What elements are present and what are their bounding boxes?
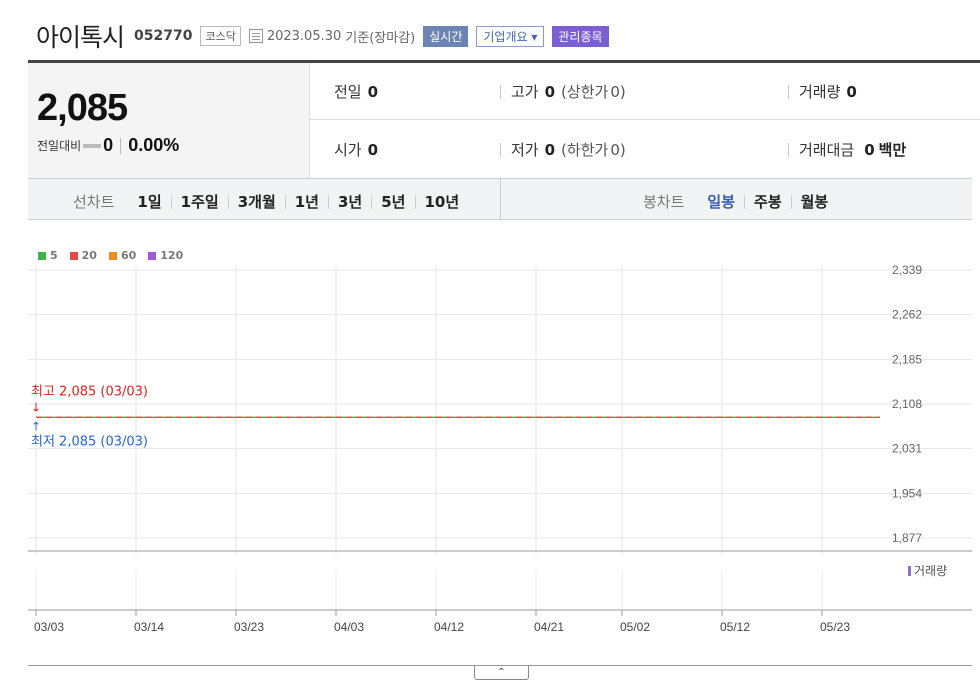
y-tick-label: 1,954 xyxy=(892,486,922,500)
tab-10y[interactable]: 10년 xyxy=(414,194,469,209)
amount-value: 0 xyxy=(864,140,875,159)
corp-overview-button[interactable]: 기업개요 ▾ xyxy=(476,25,545,47)
volume-legend-label: 거래량 xyxy=(914,564,948,578)
tab-weekly[interactable]: 주봉 xyxy=(744,194,791,209)
divider xyxy=(120,137,122,154)
low-limit-value: 0) xyxy=(610,140,626,159)
managed-stock-button[interactable]: 관리종목 xyxy=(552,25,609,47)
y-tick-label: 2,262 xyxy=(892,308,922,322)
x-tick-label: 05/02 xyxy=(620,620,650,634)
current-price: 2,085 xyxy=(37,87,128,129)
prev-close: 전일 0 xyxy=(334,81,378,102)
y-tick-label: 2,108 xyxy=(892,397,922,411)
low-limit-label: (하한가 xyxy=(561,141,609,159)
high-annotation: 최고 2,085 (03/03) xyxy=(31,384,148,399)
volume-legend: 거래량 xyxy=(908,562,947,579)
date-info: 2023.05.30 기준(장마감) xyxy=(248,27,416,46)
tab-divider xyxy=(500,179,501,219)
x-tick-label: 04/21 xyxy=(534,620,564,634)
quote-panel: 2,085 전일대비 0 0.00% 전일 0 고가 0 (상한가 0) 거래량… xyxy=(28,60,980,178)
title-row: 아이톡시 052770 코스닥 2023.05.30 기준(장마감) 실시간 기… xyxy=(36,18,609,54)
line-chart-header: 선차트 xyxy=(73,193,115,211)
amount-label: 거래대금 xyxy=(799,141,855,159)
volume-swatch xyxy=(908,565,911,576)
quote-row-2: 시가 0 저가 0 (하한가 0) 거래대금 0 백만 xyxy=(310,121,980,178)
price-chart[interactable]: 2,339 2,262 2,185 2,108 2,031 1,954 1,877 03/03… xyxy=(0,225,980,665)
open-value: 0 xyxy=(367,140,379,159)
line-chart-tabs: 선차트 1일 1주일 3개월 1년 3년 5년 10년 xyxy=(73,191,468,212)
high-value: 0 xyxy=(544,82,556,101)
realtime-button[interactable]: 실시간 xyxy=(423,25,469,47)
tab-monthly[interactable]: 월봉 xyxy=(790,194,838,209)
diff-value: 0 xyxy=(103,135,114,155)
y-tick-label: 2,031 xyxy=(892,442,922,456)
date-value: 2023.05.30 xyxy=(266,28,342,44)
x-tick-label: 03/03 xyxy=(34,620,64,634)
x-tick-label: 04/03 xyxy=(334,620,364,634)
tab-1y[interactable]: 1년 xyxy=(284,194,328,209)
tab-1d[interactable]: 1일 xyxy=(128,194,170,209)
prev-value: 0 xyxy=(367,82,379,101)
market-tag: 코스닥 xyxy=(200,26,241,46)
low-annotation: 최저 2,085 (03/03) xyxy=(31,434,148,449)
divider xyxy=(500,142,501,157)
tab-5y[interactable]: 5년 xyxy=(371,194,414,209)
quote-row-1: 전일 0 고가 0 (상한가 0) 거래량 0 xyxy=(310,63,980,120)
high-price: 고가 0 (상한가 0) xyxy=(500,81,626,102)
chevron-down-icon: ▾ xyxy=(531,29,538,44)
diff-label: 전일대비 xyxy=(37,139,82,153)
down-arrow-icon: ↓ xyxy=(31,400,41,414)
y-tick-label: 1,877 xyxy=(892,531,922,545)
x-tick-label: 05/23 xyxy=(820,620,850,634)
low-label: 저가 xyxy=(511,141,539,159)
y-tick-label: 2,185 xyxy=(892,352,922,366)
tab-daily[interactable]: 일봉 xyxy=(698,194,744,209)
high-limit-label: (상한가 xyxy=(561,83,609,101)
flat-icon xyxy=(83,143,102,148)
divider xyxy=(788,142,789,157)
amount-unit: 백만 xyxy=(878,141,907,159)
trade-amount: 거래대금 0 백만 xyxy=(788,139,906,160)
candle-chart-header: 봉차트 xyxy=(643,193,685,211)
tab-1w[interactable]: 1주일 xyxy=(170,194,228,209)
x-tick-label: 03/23 xyxy=(234,620,264,634)
prev-label: 전일 xyxy=(334,83,362,101)
tab-3y[interactable]: 3년 xyxy=(328,194,371,209)
price-diff: 전일대비 0 0.00% xyxy=(37,135,179,156)
high-limit-value: 0) xyxy=(610,82,626,101)
x-tick-label: 05/12 xyxy=(720,620,750,634)
open-label: 시가 xyxy=(334,141,362,159)
volume-value: 0 xyxy=(846,82,857,101)
volume: 거래량 0 xyxy=(788,81,857,102)
x-tick-label: 03/14 xyxy=(134,620,164,634)
candle-chart-tabs: 봉차트 일봉 주봉 월봉 xyxy=(643,191,837,212)
tab-3m[interactable]: 3개월 xyxy=(227,194,285,209)
chart-tabs: 선차트 1일 1주일 3개월 1년 3년 5년 10년 봉차트 일봉 주봉 월봉 xyxy=(28,178,972,220)
calendar-icon xyxy=(248,29,263,43)
diff-percent: 0.00% xyxy=(128,135,180,155)
stock-name: 아이톡시 xyxy=(36,23,125,52)
divider xyxy=(788,84,789,99)
high-label: 고가 xyxy=(511,83,539,101)
volume-label: 거래량 xyxy=(799,83,841,101)
divider xyxy=(500,84,501,99)
low-price: 저가 0 (하한가 0) xyxy=(500,139,626,160)
x-tick-label: 04/12 xyxy=(434,620,464,634)
collapse-button[interactable]: ⌃ xyxy=(474,666,529,680)
price-box: 2,085 전일대비 0 0.00% xyxy=(28,63,310,178)
open-price: 시가 0 xyxy=(334,139,378,160)
up-arrow-icon: ↑ xyxy=(31,419,41,433)
stock-code: 052770 xyxy=(134,28,193,44)
corp-overview-label: 기업개요 xyxy=(483,29,528,44)
date-basis: 기준(장마감) xyxy=(345,30,416,46)
y-tick-label: 2,339 xyxy=(892,263,922,277)
low-value: 0 xyxy=(544,140,556,159)
chevron-up-icon: ⌃ xyxy=(497,667,506,678)
chart-area: 5 20 60 120 2,339 2,262 2,185 2,108 2,031 1,9… xyxy=(0,225,980,665)
